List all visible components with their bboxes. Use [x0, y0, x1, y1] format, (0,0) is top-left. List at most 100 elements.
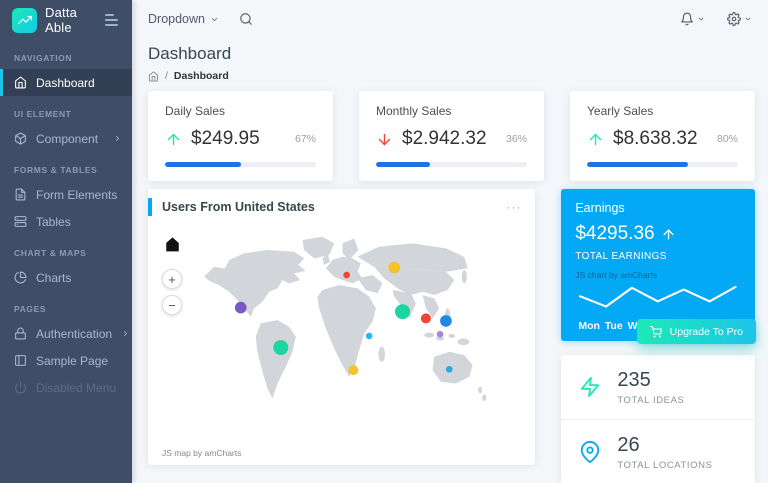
- sidebar-item-component[interactable]: Component: [0, 125, 132, 152]
- total-label: TOTAL IDEAS: [617, 395, 684, 406]
- axis-label: Tue: [605, 320, 623, 332]
- sidebar-toggle-icon[interactable]: [103, 12, 120, 28]
- nav-caption: PAGES: [0, 291, 132, 320]
- nav-dropdown[interactable]: Dropdown: [148, 12, 219, 26]
- sidebar-item-authentication[interactable]: Authentication: [0, 320, 132, 347]
- chevron-right-icon: [113, 132, 122, 146]
- pie-chart-icon: [14, 271, 27, 284]
- sidebar: Datta Able NAVIGATION Dashboard UI ELEME…: [0, 0, 132, 483]
- table-icon: [14, 215, 27, 228]
- earnings-sparkline: [575, 281, 741, 315]
- map-data-dot[interactable]: [395, 304, 410, 319]
- map-pin-icon: [579, 441, 601, 463]
- arrow-up-icon: [661, 227, 676, 242]
- card-title: Monthly Sales: [376, 104, 527, 118]
- nav-caption: CHART & MAPS: [0, 235, 132, 264]
- home-icon: [14, 76, 27, 89]
- users-map-card: Users From United States ··· + −: [148, 189, 535, 465]
- total-value: 26: [617, 434, 712, 457]
- zoom-in-button[interactable]: +: [162, 269, 182, 289]
- breadcrumb-separator: /: [165, 70, 168, 82]
- sidebar-item-label: Sample Page: [36, 354, 108, 368]
- chevron-down-icon: [697, 10, 705, 28]
- more-options-icon[interactable]: ···: [506, 204, 521, 210]
- box-icon: [14, 132, 27, 145]
- map-home-icon[interactable]: [165, 237, 180, 257]
- map-data-dot[interactable]: [388, 262, 400, 274]
- power-icon: [14, 381, 27, 394]
- axis-label: Mon: [578, 320, 600, 332]
- earnings-subtitle: TOTAL EARNINGS: [575, 251, 741, 262]
- monthly-sales-card: Monthly Sales $2.942.32 36%: [359, 91, 544, 181]
- sidebar-layout-icon: [14, 354, 27, 367]
- card-title: Earnings: [575, 201, 741, 215]
- zap-icon: [579, 376, 601, 398]
- breadcrumb: / Dashboard: [148, 70, 755, 82]
- sidebar-item-label: Tables: [36, 215, 71, 229]
- cart-icon: [650, 326, 662, 338]
- progress-bar: [165, 162, 316, 167]
- page-title: Dashboard: [148, 44, 755, 64]
- sidebar-item-sample-page[interactable]: Sample Page: [0, 347, 132, 374]
- zoom-out-button[interactable]: −: [162, 295, 182, 315]
- yearly-sales-card: Yearly Sales $8.638.32 80%: [570, 91, 755, 181]
- search-icon[interactable]: [239, 12, 253, 26]
- chevron-down-icon: [210, 15, 219, 24]
- brand-name: Datta Able: [45, 5, 95, 35]
- map-attribution[interactable]: JS map by amCharts: [162, 448, 241, 458]
- daily-sales-card: Daily Sales $249.95 67%: [148, 91, 333, 181]
- map-data-dot[interactable]: [273, 340, 288, 355]
- total-label: TOTAL LOCATIONS: [617, 460, 712, 471]
- sidebar-item-disabled-menu: Disabled Menu: [0, 374, 132, 401]
- arrow-up-icon: [587, 131, 604, 148]
- world-map[interactable]: + −: [148, 223, 535, 465]
- sidebar-item-label: Charts: [36, 271, 71, 285]
- map-data-dot[interactable]: [366, 333, 373, 340]
- chevron-down-icon: [744, 10, 752, 28]
- sidebar-item-charts[interactable]: Charts: [0, 264, 132, 291]
- sidebar-item-tables[interactable]: Tables: [0, 208, 132, 235]
- map-data-dot[interactable]: [343, 272, 350, 279]
- nav-caption: NAVIGATION: [0, 40, 132, 69]
- nav-caption: FORMS & TABLES: [0, 152, 132, 181]
- upgrade-button-label: Upgrade To Pro: [670, 326, 743, 338]
- lock-icon: [14, 327, 27, 340]
- progress-fill: [165, 162, 241, 167]
- card-title: Users From United States: [162, 200, 315, 214]
- upgrade-to-pro-button[interactable]: Upgrade To Pro: [637, 319, 756, 344]
- chevron-right-icon: [121, 327, 130, 341]
- breadcrumb-home-icon[interactable]: [148, 71, 159, 82]
- map-data-dot[interactable]: [348, 365, 358, 375]
- sales-amount: $2.942.32: [402, 128, 487, 150]
- dashboard-page: Datta Able NAVIGATION Dashboard UI ELEME…: [0, 0, 768, 483]
- brand[interactable]: Datta Able: [0, 0, 132, 40]
- chart-attribution[interactable]: JS chart by amCharts: [575, 270, 741, 280]
- file-text-icon: [14, 188, 27, 201]
- arrow-down-icon: [376, 131, 393, 148]
- progress-fill: [376, 162, 430, 167]
- totals-card: 235 TOTAL IDEAS 26 TOTAL LOCATIONS: [561, 355, 755, 483]
- map-data-dot[interactable]: [440, 315, 452, 327]
- sidebar-item-form-elements[interactable]: Form Elements: [0, 181, 132, 208]
- total-ideas-row: 235 TOTAL IDEAS: [561, 355, 755, 420]
- sales-amount: $8.638.32: [613, 128, 698, 150]
- progress-bar: [587, 162, 738, 167]
- brand-logo-icon: [12, 8, 37, 33]
- sidebar-item-label: Form Elements: [36, 188, 117, 202]
- map-data-dot[interactable]: [446, 366, 453, 373]
- world-map-svg[interactable]: [156, 225, 527, 421]
- earnings-amount: $4295.36: [575, 223, 654, 245]
- total-value: 235: [617, 369, 684, 392]
- map-data-dot[interactable]: [235, 302, 247, 314]
- settings-gear-icon[interactable]: [727, 10, 752, 28]
- sales-percent: 36%: [506, 133, 527, 145]
- sidebar-item-label: Authentication: [36, 327, 112, 341]
- top-navbar: Dropdown: [132, 0, 768, 38]
- notifications-bell-icon[interactable]: [680, 10, 705, 28]
- map-data-dot[interactable]: [437, 331, 444, 338]
- sidebar-item-dashboard[interactable]: Dashboard: [0, 69, 132, 96]
- breadcrumb-current[interactable]: Dashboard: [174, 70, 229, 82]
- map-data-dot[interactable]: [421, 313, 431, 323]
- sales-percent: 67%: [295, 133, 316, 145]
- total-locations-row: 26 TOTAL LOCATIONS: [561, 420, 755, 483]
